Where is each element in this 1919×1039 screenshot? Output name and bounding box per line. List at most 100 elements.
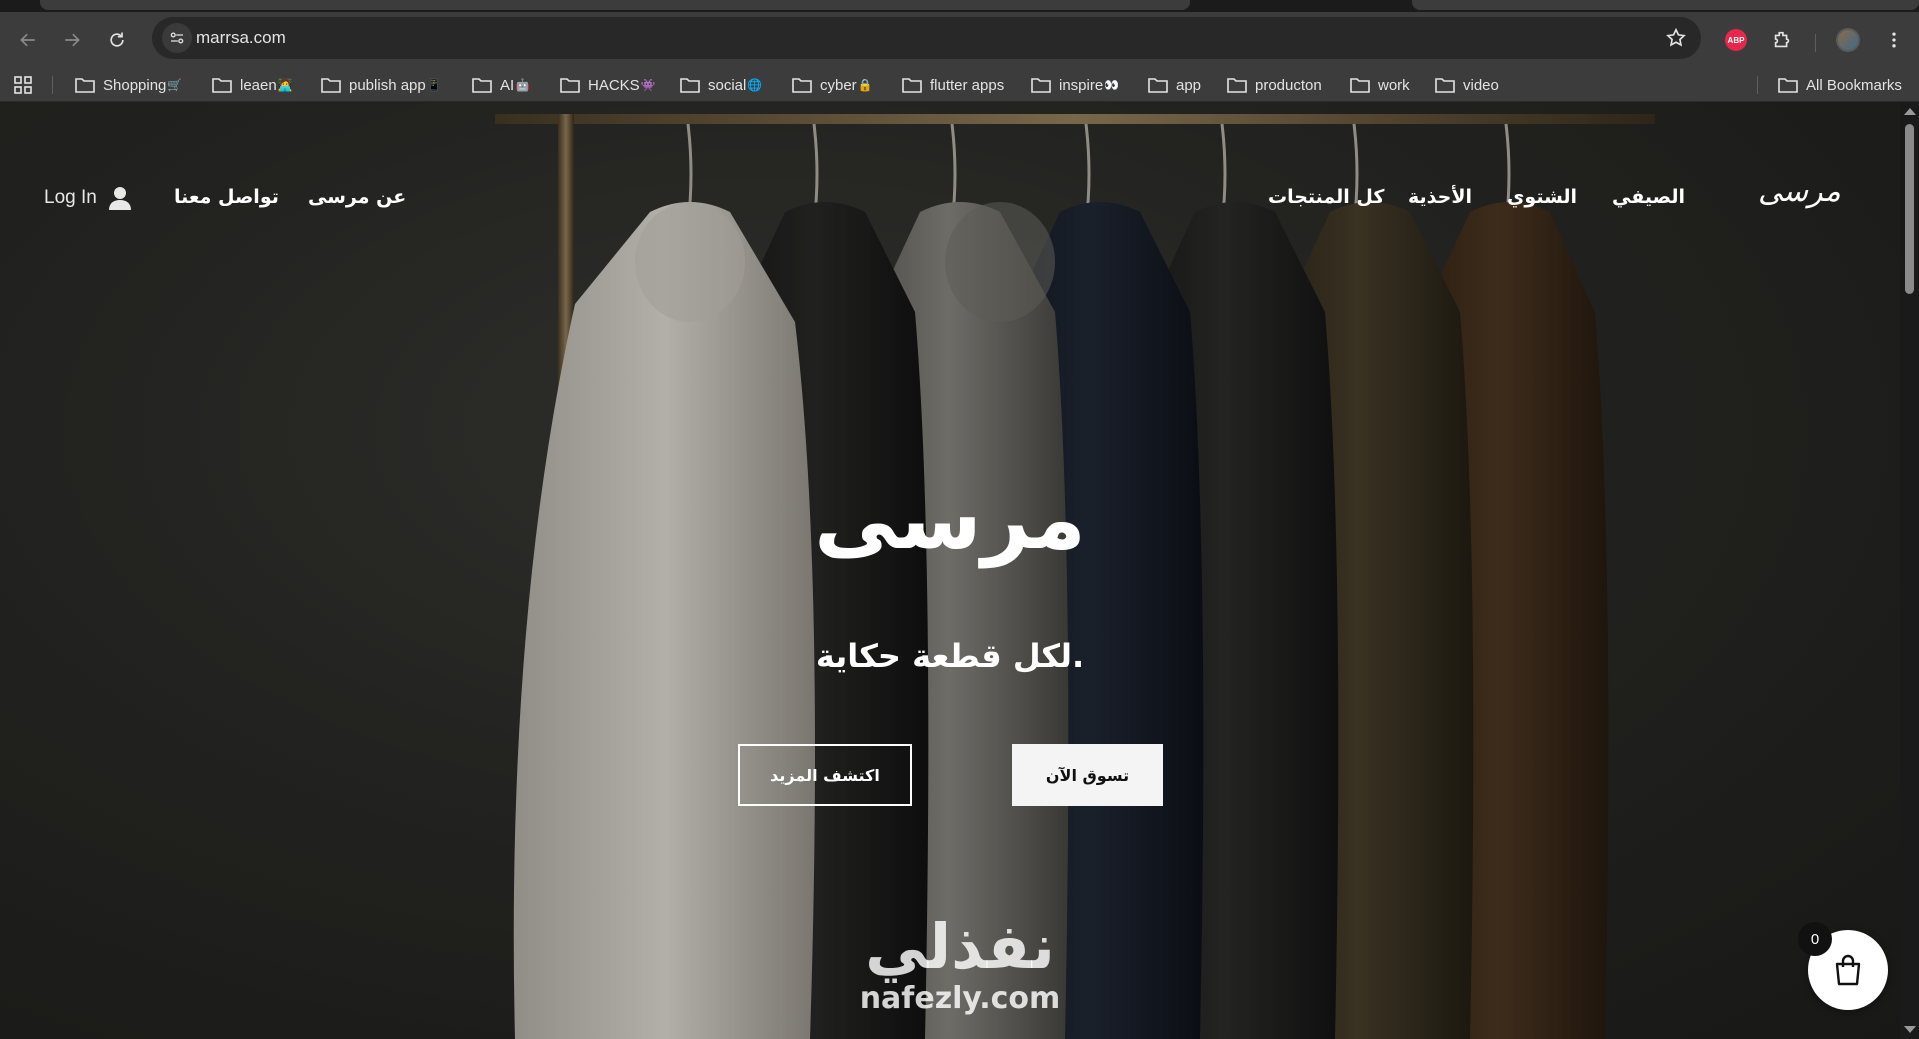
bookmark-label: AI [500, 76, 515, 94]
folder-icon [1778, 78, 1798, 93]
folder-icon [212, 78, 232, 93]
toolbar-divider [1815, 34, 1816, 52]
bookmark-emoji: 🧑‍💻 [277, 78, 293, 92]
bookmark-emoji: 👾 [640, 78, 656, 92]
scrollbar-thumb[interactable] [1905, 124, 1914, 294]
scroll-down-arrow[interactable] [1904, 1026, 1916, 1033]
nav-contact[interactable]: تواصل معنا [174, 186, 279, 208]
bookmark-folder-ai[interactable]: AI 🤖 [472, 74, 530, 96]
bookmark-folder-app[interactable]: app [1148, 74, 1201, 96]
apps-grid-icon[interactable] [14, 76, 32, 94]
hero-overlay [0, 102, 1900, 1039]
reload-icon [110, 32, 124, 47]
folder-icon [472, 78, 492, 93]
site-info-icon [170, 32, 184, 44]
reload-button[interactable] [102, 25, 132, 55]
bookmark-label: work [1378, 76, 1410, 94]
bookmarks-divider [1757, 76, 1758, 94]
nav-shoes[interactable]: الأحذية [1408, 186, 1472, 208]
folder-icon [321, 78, 341, 93]
bookmark-folder-flutter-apps[interactable]: flutter apps [902, 74, 1004, 96]
hero-title: مرسى [814, 470, 1086, 568]
browser-menu-button[interactable] [1880, 26, 1908, 54]
folder-icon [680, 78, 700, 93]
watermark: نفذلي nafezly.com [850, 912, 1070, 1016]
tab-strip [0, 0, 1919, 12]
forward-icon [65, 33, 80, 47]
bookmark-label: video [1463, 76, 1499, 94]
bookmark-emoji: 🔒 [857, 78, 873, 92]
abp-icon: ABP [1725, 29, 1747, 51]
folder-icon [902, 78, 922, 93]
forward-button[interactable] [57, 25, 87, 55]
bookmark-label: app [1176, 76, 1202, 94]
login-button[interactable]: Log In [44, 186, 131, 210]
watermark-arabic: نفذلي [865, 910, 1055, 983]
bookmark-folder-leaen[interactable]: leaen 🧑‍💻 [212, 74, 293, 96]
nav-about[interactable]: عن مرسى [308, 186, 406, 208]
bookmark-folder-video[interactable]: video [1435, 74, 1499, 96]
bookmark-folder-work[interactable]: work [1350, 74, 1410, 96]
bookmark-emoji: 🛒 [167, 78, 183, 92]
scroll-up-arrow[interactable] [1904, 108, 1916, 115]
all-bookmarks-label: All Bookmarks [1806, 76, 1902, 94]
bookmark-label: cyber [820, 76, 857, 94]
bookmark-label: social [708, 76, 747, 94]
bookmark-label: Shopping [103, 76, 167, 94]
bookmarks-divider [52, 76, 53, 94]
bookmark-label: publish app [349, 76, 426, 94]
profile-button[interactable] [1834, 26, 1862, 54]
bookmark-folder-hacks[interactable]: HACKS 👾 [560, 74, 656, 96]
bookmark-folder-cyber[interactable]: cyber 🔒 [792, 74, 873, 96]
folder-icon [560, 78, 580, 93]
site-logo[interactable]: مرسى [1758, 174, 1841, 209]
site-info-button[interactable] [162, 23, 192, 53]
bookmark-folder-producton[interactable]: producton [1227, 74, 1322, 96]
shopping-bag-icon [1835, 954, 1861, 986]
bookmark-folder-shopping[interactable]: Shopping 🛒 [75, 74, 182, 96]
discover-more-button[interactable]: اكتشف المزيد [738, 744, 912, 806]
background-tab[interactable] [1412, 0, 1919, 10]
shop-now-button[interactable]: تسوق الآن [1012, 744, 1163, 806]
browser-toolbar: marrsa.com ABP [0, 12, 1919, 66]
extensions-button[interactable] [1768, 26, 1796, 54]
bookmark-label: inspire [1059, 76, 1104, 94]
profile-avatar [1836, 28, 1860, 52]
bookmark-folder-inspire[interactable]: inspire 👀 [1031, 74, 1119, 96]
folder-icon [792, 78, 812, 93]
bookmark-folder-publish-app[interactable]: publish app 📱 [321, 74, 442, 96]
bookmark-folder-social[interactable]: social 🌐 [680, 74, 762, 96]
bookmark-emoji: 📱 [426, 78, 442, 92]
bookmark-label: flutter apps [930, 76, 1005, 94]
nav-all-products[interactable]: كل المنتجات [1268, 186, 1384, 208]
hero-subtitle: لكل قطعة حكاية. [815, 637, 1085, 675]
menu-icon [1892, 32, 1896, 48]
active-tab[interactable] [40, 0, 1190, 10]
login-label: Log In [44, 187, 97, 208]
bookmarks-bar: Shopping 🛒 leaen 🧑‍💻 publish app 📱 AI 🤖 HACK… [0, 66, 1919, 102]
folder-icon [1350, 78, 1370, 93]
web-page: مرسى الصيفي الشتوي الأحذية كل المنتجات ع… [0, 102, 1919, 1039]
page-scrollbar[interactable] [1900, 102, 1919, 1039]
adblock-extension-button[interactable]: ABP [1722, 26, 1750, 54]
folder-icon [1227, 78, 1247, 93]
back-icon [20, 33, 35, 47]
address-bar[interactable]: marrsa.com [152, 17, 1701, 59]
bookmark-emoji: 🌐 [747, 78, 763, 92]
bookmark-label: producton [1255, 76, 1322, 94]
folder-icon [1435, 78, 1455, 93]
back-button[interactable] [13, 25, 43, 55]
bookmark-emoji: 👀 [1104, 78, 1120, 92]
bookmark-label: leaen [240, 76, 277, 94]
bookmark-emoji: 🤖 [515, 78, 531, 92]
nav-winter[interactable]: الشتوي [1507, 186, 1577, 208]
nav-summer[interactable]: الصيفي [1612, 186, 1685, 208]
url-text[interactable]: marrsa.com [196, 28, 286, 48]
folder-icon [1148, 78, 1168, 93]
all-bookmarks-button[interactable]: All Bookmarks [1778, 74, 1902, 96]
bookmark-star-icon[interactable] [1665, 27, 1687, 49]
bookmark-label: HACKS [588, 76, 640, 94]
extensions-icon [1774, 31, 1790, 48]
folder-icon [75, 78, 95, 93]
cart-count-badge: 0 [1798, 922, 1832, 956]
